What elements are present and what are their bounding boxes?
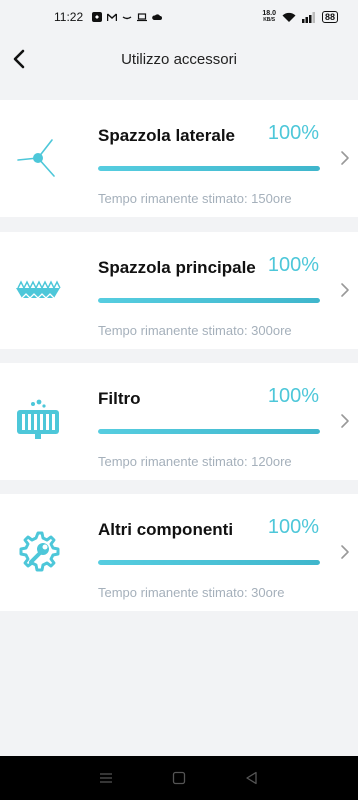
accessory-name: Spazzola laterale — [98, 126, 236, 145]
chevron-right-icon[interactable] — [340, 544, 350, 560]
remaining-time: Tempo rimanente stimato: 150ore — [98, 191, 292, 206]
menu-icon[interactable] — [98, 770, 114, 786]
filter-icon — [17, 399, 59, 439]
status-right: 18.0 KB/S 88 — [262, 10, 338, 24]
accessory-card-other-components[interactable]: Altri componenti 100% Tempo rimanente st… — [0, 494, 358, 611]
cloud-icon — [152, 14, 163, 20]
system-navigation-bar — [0, 756, 358, 800]
chevron-right-icon[interactable] — [340, 150, 350, 166]
life-progress-fill — [98, 166, 320, 171]
accessory-name: Filtro — [98, 389, 141, 408]
status-bar: 11:22 18.0 KB/S 88 — [0, 0, 358, 34]
gmail-icon — [107, 13, 118, 21]
back-arrow-icon[interactable] — [10, 48, 30, 70]
top-app-bar: Utilizzo accessori — [0, 36, 358, 82]
net-speed: 18.0 KB/S — [262, 10, 276, 24]
remaining-time: Tempo rimanente stimato: 120ore — [98, 454, 292, 469]
app-notification-icon — [92, 12, 103, 22]
signal-icon — [301, 11, 315, 23]
life-progress-bar — [98, 166, 320, 171]
accessory-name: Altri componenti — [98, 520, 234, 539]
chevron-right-icon[interactable] — [340, 413, 350, 429]
page-title: Utilizzo accessori — [121, 50, 237, 68]
accessory-percent: 100% — [267, 254, 319, 276]
accessory-card-filter[interactable]: Filtro 100% Tempo rimanente stimato: 120… — [0, 363, 358, 480]
accessory-name: Spazzola principale — [98, 258, 256, 277]
chevron-right-icon[interactable] — [340, 282, 350, 298]
accessory-card-side-brush[interactable]: Spazzola laterale 100% Tempo rimanente s… — [0, 100, 358, 217]
accessory-percent: 100% — [267, 122, 319, 144]
life-progress-fill — [98, 298, 320, 303]
accessory-card-main-brush[interactable]: Spazzola principale 100% Tempo rimanente… — [0, 232, 358, 349]
net-speed-value: 18.0 — [262, 10, 276, 17]
main-brush-icon — [16, 280, 61, 299]
accessory-percent: 100% — [267, 385, 319, 407]
remaining-time: Tempo rimanente stimato: 30ore — [98, 585, 285, 600]
life-progress-bar — [98, 560, 320, 565]
life-progress-fill — [98, 560, 320, 565]
net-speed-unit: KB/S — [263, 17, 276, 23]
life-progress-bar — [98, 298, 320, 303]
wrench-gear-icon — [19, 531, 60, 572]
clock: 11:22 — [54, 10, 84, 24]
home-icon[interactable] — [171, 770, 187, 786]
laptop-icon — [137, 13, 148, 22]
life-progress-fill — [98, 429, 320, 434]
amazon-icon — [122, 16, 132, 20]
back-icon[interactable] — [244, 770, 260, 786]
accessory-percent: 100% — [267, 516, 319, 538]
life-progress-bar — [98, 429, 320, 434]
status-left: 11:22 — [54, 10, 163, 24]
wifi-icon — [282, 12, 296, 22]
side-brush-icon — [17, 139, 55, 177]
remaining-time: Tempo rimanente stimato: 300ore — [98, 323, 292, 338]
battery-indicator: 88 — [321, 11, 338, 23]
